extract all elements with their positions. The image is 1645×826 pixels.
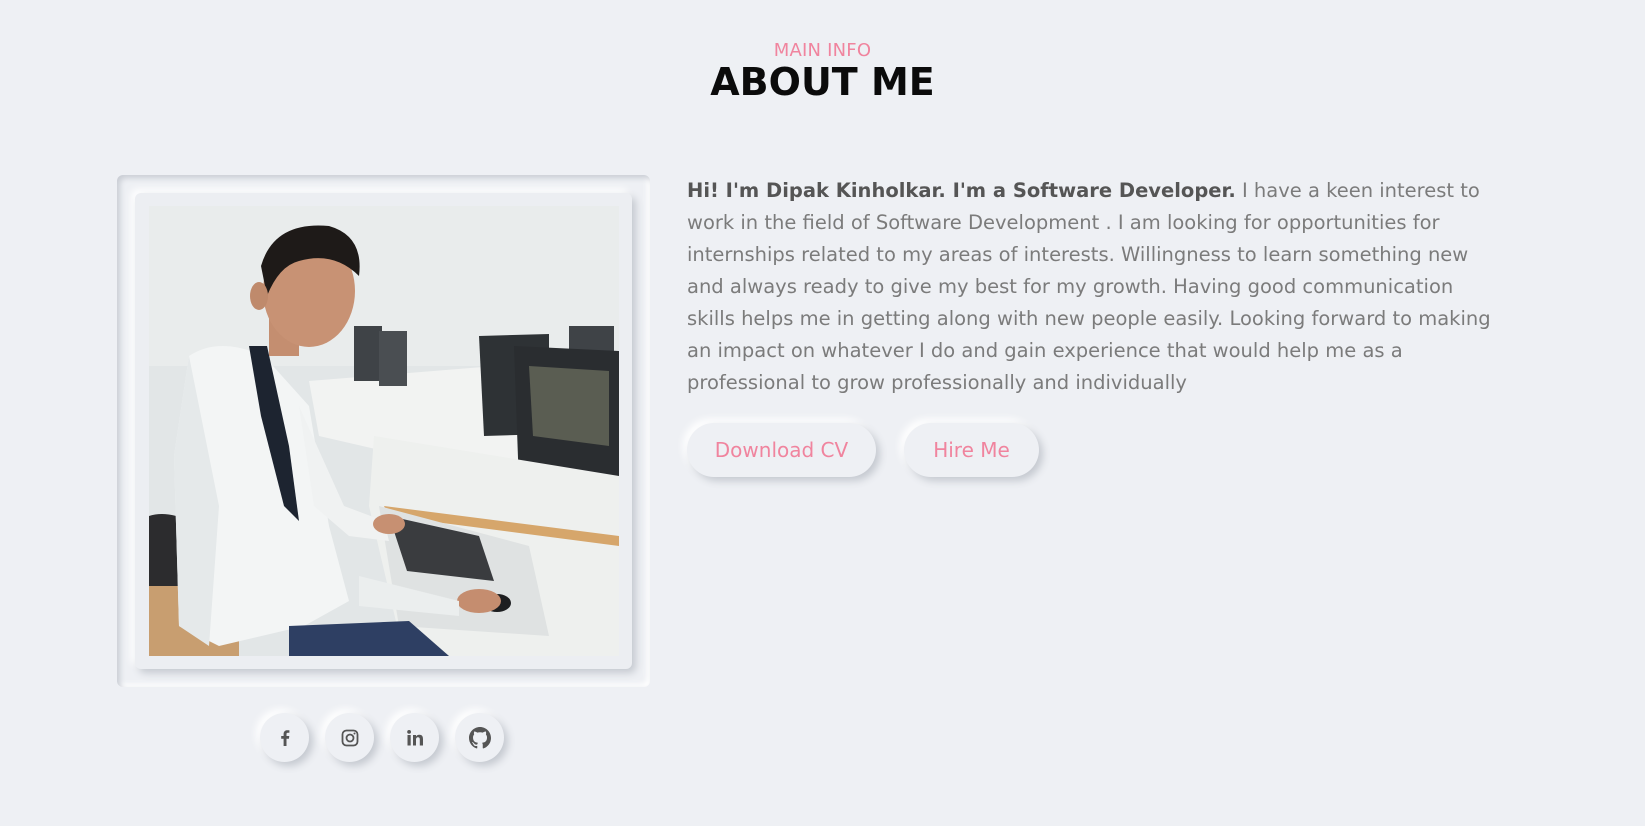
facebook-button[interactable] bbox=[260, 713, 309, 762]
section-title: ABOUT ME bbox=[710, 60, 935, 104]
instagram-button[interactable] bbox=[325, 713, 374, 762]
photo-frame-inner bbox=[135, 193, 632, 669]
linkedin-button[interactable] bbox=[390, 713, 439, 762]
social-links bbox=[260, 713, 504, 762]
section-kicker: MAIN INFO bbox=[773, 40, 872, 61]
hire-me-button[interactable]: Hire Me bbox=[904, 423, 1039, 477]
instagram-icon bbox=[341, 729, 358, 746]
linkedin-icon bbox=[406, 729, 423, 745]
bio-intro: Hi! I'm Dipak Kinholkar. I'm a Software … bbox=[687, 179, 1236, 202]
facebook-icon bbox=[280, 729, 289, 746]
profile-photo-illustration bbox=[149, 206, 619, 656]
bio-body: I have a keen interest to work in the fi… bbox=[687, 179, 1491, 394]
action-buttons: Download CV Hire Me bbox=[687, 423, 1039, 477]
profile-photo bbox=[149, 206, 619, 656]
about-bio: Hi! I'm Dipak Kinholkar. I'm a Software … bbox=[687, 175, 1507, 399]
download-cv-button[interactable]: Download CV bbox=[687, 423, 876, 477]
github-icon bbox=[468, 726, 491, 748]
github-button[interactable] bbox=[455, 713, 504, 762]
photo-frame bbox=[117, 175, 650, 687]
section-heading: MAIN INFO ABOUT ME bbox=[0, 40, 1645, 102]
